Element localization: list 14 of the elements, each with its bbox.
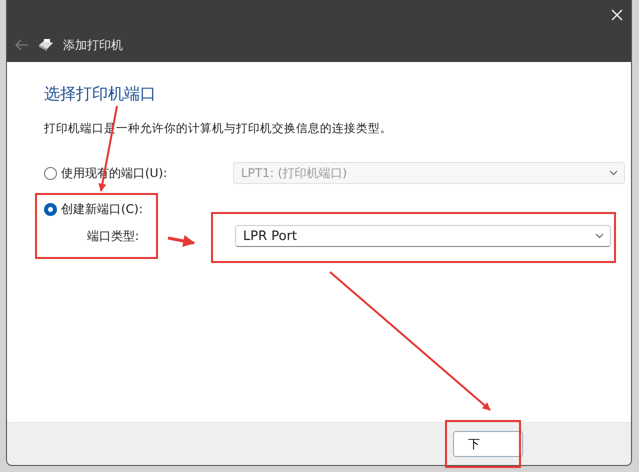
- port-type-label: 端口类型:: [87, 228, 140, 244]
- printer-icon: [37, 38, 55, 52]
- page-heading: 选择打印机端口: [44, 84, 157, 105]
- port-type-dropdown[interactable]: LPR Port: [235, 225, 611, 247]
- annotation-arrow: [168, 235, 196, 247]
- next-button[interactable]: 下: [453, 431, 523, 457]
- chevron-down-icon: [595, 233, 604, 239]
- window-title: 添加打印机: [63, 36, 123, 54]
- radio-button[interactable]: [44, 202, 57, 216]
- radio-button[interactable]: [44, 166, 57, 180]
- close-icon[interactable]: [611, 9, 623, 21]
- back-arrow-icon[interactable]: [15, 39, 29, 51]
- option-label[interactable]: 创建新端口(C):: [61, 200, 233, 218]
- chevron-down-icon: [609, 170, 618, 176]
